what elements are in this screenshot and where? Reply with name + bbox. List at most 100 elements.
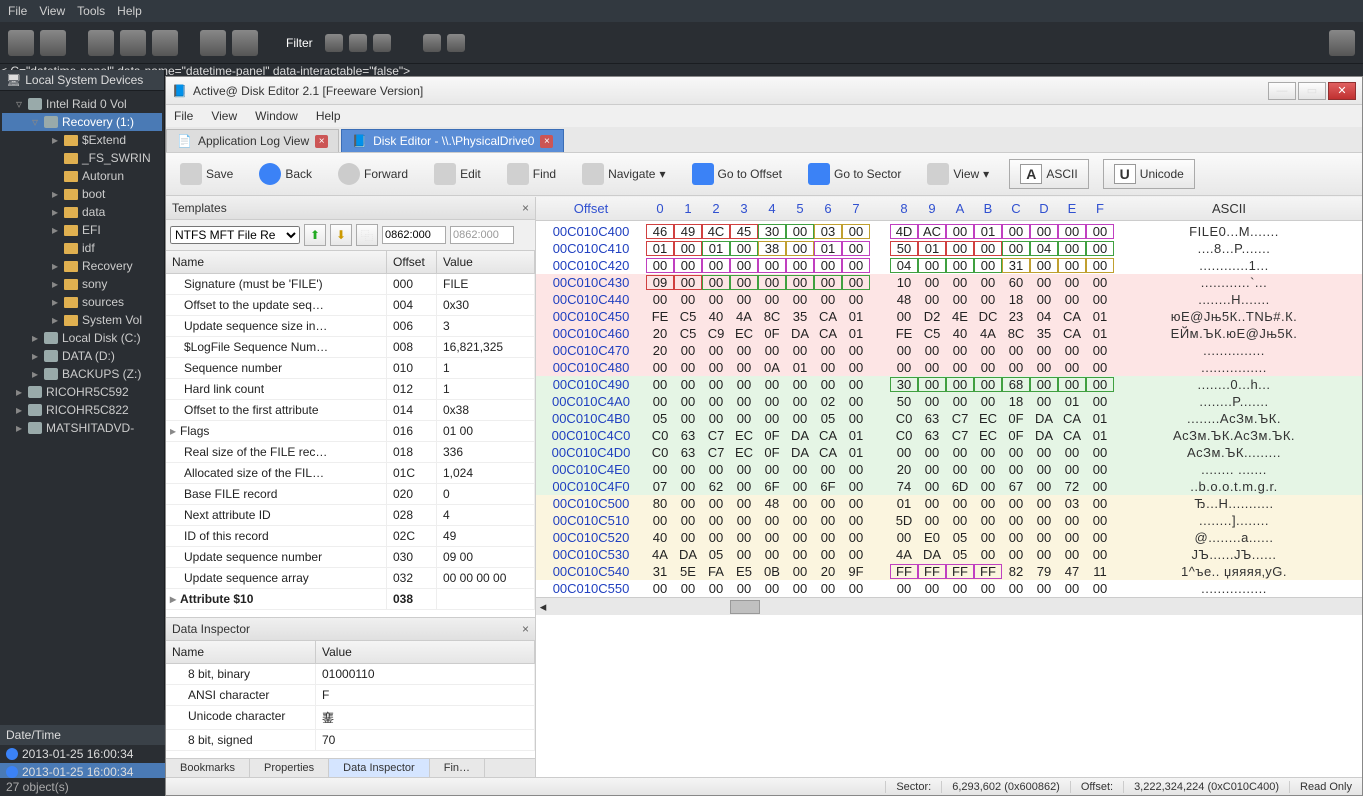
hex-byte[interactable]: 00	[814, 462, 842, 477]
tree-item[interactable]: ▸MATSHITADVD-	[2, 419, 162, 437]
tree-item[interactable]: ▸sony	[2, 275, 162, 293]
hex-byte[interactable]: 00	[786, 462, 814, 477]
tree-item[interactable]: ▸System Vol	[2, 311, 162, 329]
hex-byte[interactable]: 00	[1086, 530, 1114, 545]
tab-close-icon[interactable]: ×	[540, 135, 553, 148]
hex-byte[interactable]: 00	[786, 513, 814, 528]
offset-input-a[interactable]	[382, 226, 446, 244]
hex-byte[interactable]: EC	[730, 326, 758, 341]
templates-grid[interactable]: Name Offset Value Signature (must be 'FI…	[166, 251, 535, 617]
nav-up-icon[interactable]	[447, 34, 465, 52]
template-row[interactable]: Next attribute ID0284	[166, 505, 535, 526]
template-row[interactable]: Sequence number0101	[166, 358, 535, 379]
hex-byte[interactable]: 00	[1058, 360, 1086, 375]
hex-byte[interactable]: 48	[758, 496, 786, 511]
hex-byte[interactable]: 00	[702, 360, 730, 375]
hex-byte[interactable]: C7	[702, 428, 730, 443]
template-row[interactable]: $LogFile Sequence Num…00816,821,325	[166, 337, 535, 358]
hex-byte[interactable]: 00	[674, 530, 702, 545]
hex-byte[interactable]: 68	[1002, 377, 1030, 392]
hex-byte[interactable]: FE	[890, 326, 918, 341]
hex-byte[interactable]: 00	[702, 258, 730, 273]
hex-byte[interactable]: 00	[1030, 394, 1058, 409]
hex-byte[interactable]: EC	[730, 428, 758, 443]
hex-byte[interactable]: 00	[842, 513, 870, 528]
hex-byte[interactable]: 00	[1086, 343, 1114, 358]
hex-byte[interactable]: 00	[842, 343, 870, 358]
hex-byte[interactable]: 00	[842, 462, 870, 477]
hex-byte[interactable]: 00	[646, 394, 674, 409]
find-button[interactable]: Find	[501, 160, 562, 188]
hex-byte[interactable]: 00	[786, 241, 814, 256]
hex-byte[interactable]: 00	[1086, 513, 1114, 528]
hex-byte[interactable]: 00	[946, 445, 974, 460]
hex-byte[interactable]: C7	[946, 428, 974, 443]
hex-byte[interactable]: 00	[1030, 343, 1058, 358]
inspector-row[interactable]: 8 bit, signed70	[166, 730, 535, 751]
tab-log-view[interactable]: 📄 Application Log View ×	[166, 129, 339, 152]
hex-byte[interactable]: 00	[1058, 224, 1086, 239]
hex-byte[interactable]: 30	[758, 224, 786, 239]
hex-byte[interactable]: C7	[702, 445, 730, 460]
hex-byte[interactable]: 00	[1086, 394, 1114, 409]
hex-byte[interactable]: 00	[786, 258, 814, 273]
hex-rows[interactable]: 00C010C40046494C45300003004DAC0001000000…	[536, 221, 1362, 597]
template-row[interactable]: Offset to the first attribute0140x38	[166, 400, 535, 421]
tree-item[interactable]: ▿Recovery (1:)	[2, 113, 162, 131]
hex-byte[interactable]: 9F	[842, 564, 870, 579]
hex-byte[interactable]: 00	[1002, 496, 1030, 511]
hex-byte[interactable]: 00	[1030, 496, 1058, 511]
hex-byte[interactable]: 00	[758, 581, 786, 596]
hex-byte[interactable]: 8C	[758, 309, 786, 324]
tree-item[interactable]: ▸RICOHR5C822	[2, 401, 162, 419]
info-icon[interactable]	[232, 30, 258, 56]
hex-byte[interactable]: 4E	[946, 309, 974, 324]
hex-byte[interactable]: 00	[758, 530, 786, 545]
hex-byte[interactable]: C9	[702, 326, 730, 341]
hex-row[interactable]: 00C010C480000000000A01000000000000000000…	[536, 359, 1362, 376]
dark-menu-view[interactable]: View	[39, 4, 65, 18]
col-name[interactable]: Name	[166, 251, 387, 273]
hex-row[interactable]: 00C010C430090000000000000010000000600000…	[536, 274, 1362, 291]
hex-byte[interactable]: 00	[974, 496, 1002, 511]
hex-byte[interactable]: D2	[918, 309, 946, 324]
hex-row[interactable]: 00C010C540315EFAE50B00209FFFFFFFFF827947…	[536, 563, 1362, 580]
hex-byte[interactable]: 60	[1002, 275, 1030, 290]
hex-byte[interactable]: 00	[758, 462, 786, 477]
hex-byte[interactable]: 00	[814, 360, 842, 375]
hex-byte[interactable]: 00	[918, 445, 946, 460]
hex-byte[interactable]: 4C	[702, 224, 730, 239]
hex-byte[interactable]: 00	[842, 547, 870, 562]
hex-byte[interactable]: C0	[646, 445, 674, 460]
hex-byte[interactable]: 00	[842, 411, 870, 426]
hex-byte[interactable]: 00	[674, 360, 702, 375]
hex-byte[interactable]: 00	[814, 496, 842, 511]
hex-byte[interactable]: 00	[918, 292, 946, 307]
hex-byte[interactable]: 82	[1002, 564, 1030, 579]
menu-help[interactable]: Help	[316, 109, 341, 123]
hex-byte[interactable]: 01	[1086, 428, 1114, 443]
hex-row[interactable]: 00C010C410010001003800010050010000000400…	[536, 240, 1362, 257]
tab-bookmarks[interactable]: Bookmarks	[166, 759, 250, 777]
hex-byte[interactable]: C0	[890, 411, 918, 426]
tree-item[interactable]: ▸RICOHR5C592	[2, 383, 162, 401]
menu-view[interactable]: View	[211, 109, 237, 123]
hex-row[interactable]: 00C010C4C0C063C7EC0FDACA01C063C7EC0FDACA…	[536, 427, 1362, 444]
hex-byte[interactable]: 00	[1030, 547, 1058, 562]
template-row[interactable]: Offset to the update seq…0040x30	[166, 295, 535, 316]
hex-byte[interactable]: 4A	[890, 547, 918, 562]
hex-byte[interactable]: 6F	[758, 479, 786, 494]
hex-row[interactable]: 00C010C450FEC5404A8C35CA0100D24EDC2304CA…	[536, 308, 1362, 325]
hex-byte[interactable]: 00	[946, 275, 974, 290]
hex-byte[interactable]: 00	[1086, 581, 1114, 596]
hex-byte[interactable]: DA	[786, 326, 814, 341]
hex-byte[interactable]: 00	[1058, 258, 1086, 273]
hex-byte[interactable]: 5D	[890, 513, 918, 528]
hex-byte[interactable]: 01	[842, 326, 870, 341]
tab-close-icon[interactable]: ×	[315, 135, 328, 148]
datetime-row[interactable]: 2013-01-25 16:00:34	[0, 745, 165, 763]
hex-byte[interactable]: 79	[1030, 564, 1058, 579]
hex-byte[interactable]: 00	[842, 241, 870, 256]
hex-byte[interactable]: C5	[674, 309, 702, 324]
hex-row[interactable]: 00C010C440000000000000000048000000180000…	[536, 291, 1362, 308]
